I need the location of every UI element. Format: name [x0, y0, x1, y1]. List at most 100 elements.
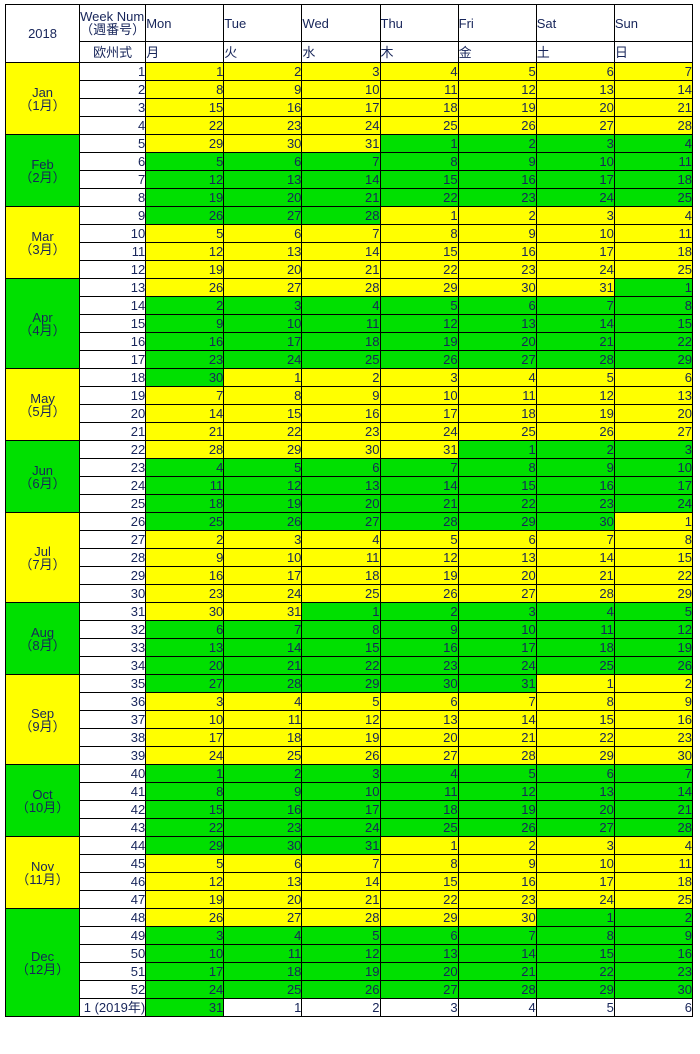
day-cell: 14 [535, 314, 615, 333]
day-cell: 14 [613, 80, 694, 99]
day-cell: 25 [613, 890, 694, 909]
day-cell: 5 [457, 62, 537, 81]
week-number-cell: 23 [79, 458, 147, 477]
day-cell: 21 [379, 494, 459, 513]
day-cell: 24 [535, 188, 615, 207]
day-cell: 19 [613, 638, 694, 657]
day-cell: 6 [379, 926, 459, 945]
calendar-week-row: 41 8 9 10 11 12 13 14 [6, 782, 694, 801]
day-cell: 20 [535, 98, 615, 117]
day-cell: 31 [457, 674, 537, 693]
calendar-week-row: 25 18 19 20 21 22 23 24 [6, 494, 694, 513]
day-cell: 13 [145, 638, 225, 657]
day-cell: 18 [145, 494, 225, 513]
day-cell: 11 [613, 224, 694, 243]
day-cell: 24 [223, 584, 303, 603]
day-cell: 16 [613, 944, 694, 963]
header-day-jp-wed: 水 [301, 41, 381, 63]
day-cell: 16 [457, 872, 537, 891]
day-cell: 17 [223, 332, 303, 351]
calendar-week-row: 52 24 25 26 27 28 29 30 [6, 980, 694, 999]
day-cell: 28 [379, 512, 459, 531]
day-cell: 13 [301, 476, 381, 495]
day-cell: 31 [223, 602, 303, 621]
day-cell: 27 [301, 512, 381, 531]
month-name-jp: （4月） [19, 322, 66, 338]
day-cell: 25 [613, 188, 694, 207]
day-cell: 27 [145, 674, 225, 693]
day-cell: 17 [145, 728, 225, 747]
day-cell: 30 [457, 908, 537, 927]
week-number-cell: 43 [79, 818, 147, 837]
month-label-mar: Mar （3月） [4, 206, 81, 279]
day-cell: 17 [535, 242, 615, 261]
month-name-en: Aug [30, 624, 55, 640]
day-cell: 12 [379, 548, 459, 567]
day-cell: 23 [613, 962, 694, 981]
week-number-cell: 52 [79, 980, 147, 999]
day-cell: 3 [223, 296, 303, 315]
day-cell: 20 [223, 188, 303, 207]
day-cell: 5 [145, 854, 225, 873]
day-cell: 3 [301, 764, 381, 783]
day-cell: 5 [145, 152, 225, 171]
calendar-week-row: 39 24 25 26 27 28 29 30 [6, 746, 694, 765]
day-cell: 7 [457, 692, 537, 711]
day-cell: 3 [379, 998, 459, 1017]
month-label-oct: Oct （10月） [4, 764, 81, 837]
day-cell: 8 [301, 620, 381, 639]
week-number-cell: 47 [79, 890, 147, 909]
day-cell: 30 [223, 836, 303, 855]
day-cell: 10 [457, 620, 537, 639]
day-cell: 9 [535, 458, 615, 477]
day-cell: 9 [613, 692, 694, 711]
week-number-cell: 11 [79, 242, 147, 261]
calendar-week-row: 8 19 20 21 22 23 24 25 [6, 188, 694, 207]
week-number-cell: 32 [79, 620, 147, 639]
day-cell: 26 [535, 422, 615, 441]
day-cell: 3 [535, 836, 615, 855]
day-cell: 29 [223, 440, 303, 459]
day-cell: 4 [379, 764, 459, 783]
day-cell: 5 [535, 368, 615, 387]
month-name-jp: （9月） [19, 718, 66, 734]
week-number-cell: 35 [79, 674, 147, 693]
header-day-mon: Mon [145, 4, 225, 42]
day-cell: 21 [535, 566, 615, 585]
day-cell: 19 [145, 260, 225, 279]
day-cell: 13 [613, 386, 694, 405]
day-cell: 14 [379, 476, 459, 495]
day-cell: 18 [535, 638, 615, 657]
week-number-cell: 29 [79, 566, 147, 585]
calendar-week-row: 42 15 16 17 18 19 20 21 [6, 800, 694, 819]
day-cell: 14 [457, 710, 537, 729]
day-cell: 26 [145, 206, 225, 225]
day-cell: 9 [145, 548, 225, 567]
day-cell: 12 [145, 872, 225, 891]
day-cell: 19 [379, 566, 459, 585]
day-cell: 28 [613, 818, 694, 837]
day-cell: 21 [535, 332, 615, 351]
day-cell: 6 [457, 296, 537, 315]
day-cell: 26 [379, 350, 459, 369]
day-cell: 15 [301, 638, 381, 657]
day-cell: 8 [379, 152, 459, 171]
calendar-week-row: 23 4 5 6 7 8 9 10 [6, 458, 694, 477]
day-cell: 29 [613, 350, 694, 369]
day-cell: 12 [145, 242, 225, 261]
header-day-sat: Sat [535, 4, 615, 42]
day-cell: 3 [379, 368, 459, 387]
week-number-cell: 51 [79, 962, 147, 981]
day-cell: 28 [535, 350, 615, 369]
day-cell: 20 [457, 566, 537, 585]
calendar-week-row: 51 17 18 19 20 21 22 23 [6, 962, 694, 981]
month-label-nov: Nov （11月） [4, 836, 81, 909]
day-cell: 23 [457, 260, 537, 279]
calendar-week-row: 47 19 20 21 22 23 24 25 [6, 890, 694, 909]
month-name-jp: （12月） [15, 961, 70, 977]
day-cell: 13 [535, 782, 615, 801]
day-cell: 15 [379, 242, 459, 261]
day-cell: 16 [223, 800, 303, 819]
week-number-cell: 31 [79, 602, 147, 621]
day-cell: 1 [457, 440, 537, 459]
